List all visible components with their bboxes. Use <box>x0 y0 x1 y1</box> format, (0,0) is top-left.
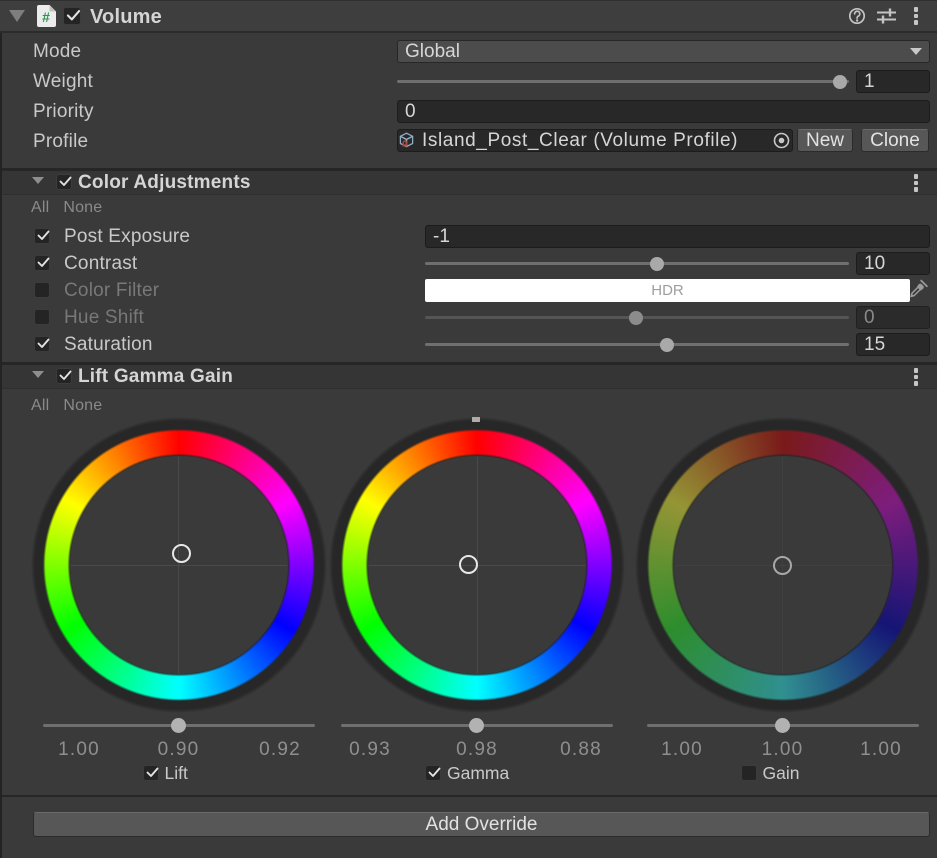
svg-text:#: # <box>42 9 50 25</box>
